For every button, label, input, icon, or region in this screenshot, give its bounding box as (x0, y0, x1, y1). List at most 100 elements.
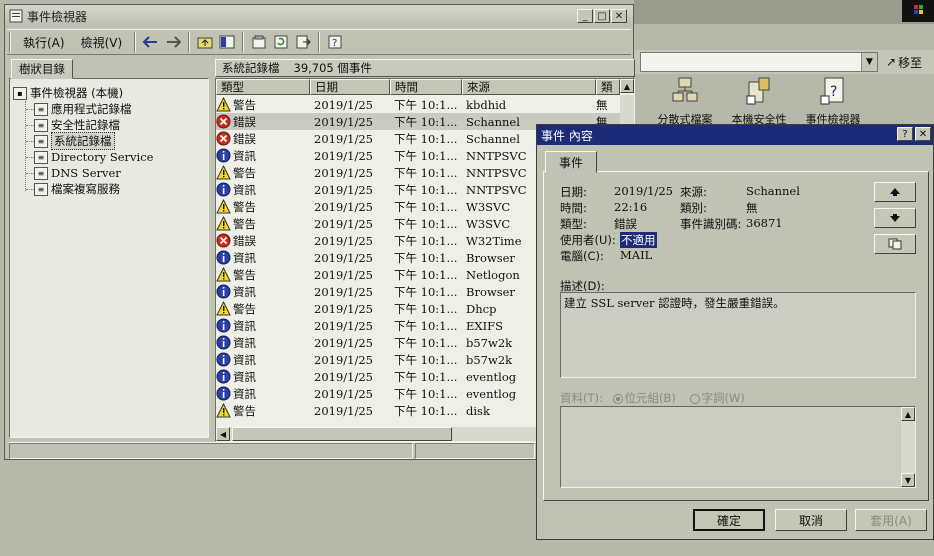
column-time[interactable]: 時間 (390, 79, 462, 95)
back-arrow-icon[interactable] (140, 32, 162, 52)
help-icon[interactable]: ? (324, 32, 346, 52)
info-icon (216, 318, 231, 333)
close-button[interactable]: ✕ (611, 9, 627, 23)
help-button[interactable]: ? (897, 127, 913, 141)
type-cell: 警告 (216, 97, 310, 113)
up-folder-icon[interactable] (194, 32, 216, 52)
window-titlebar[interactable]: 事件檢視器 _ □ ✕ (5, 5, 633, 27)
cancel-button[interactable]: 取消 (775, 509, 847, 531)
date-label: 日期: (560, 185, 587, 199)
date-cell: 2019/1/25 (314, 386, 373, 401)
data-vertical-scrollbar[interactable] (901, 421, 915, 473)
status-cell (415, 443, 535, 459)
date-cell: 2019/1/25 (314, 352, 373, 367)
date-cell: 2019/1/25 (314, 165, 373, 180)
column-type[interactable]: 類型 (216, 79, 310, 95)
type-cell: 警告 (216, 403, 310, 419)
user-value[interactable]: 不適用 (620, 232, 657, 248)
apply-button[interactable]: 套用(A) (855, 509, 927, 531)
column-category[interactable]: 類 (596, 79, 620, 95)
forward-arrow-icon[interactable] (162, 32, 184, 52)
time-cell: 下午 10:1... (394, 148, 458, 163)
minimize-button[interactable]: _ (577, 9, 593, 23)
scroll-up-icon[interactable]: ▲ (901, 407, 915, 421)
chevron-down-icon[interactable]: ▼ (861, 53, 877, 71)
type-value: 錯誤 (614, 217, 637, 231)
table-row[interactable]: 警告 2019/1/25 下午 10:1... kbdhid 無 (216, 96, 620, 113)
date-cell: 2019/1/25 (314, 233, 373, 248)
bytes-radio[interactable]: 位元組(B) (612, 391, 676, 405)
source-label: 來源: (680, 185, 707, 199)
date-cell: 2019/1/25 (314, 250, 373, 265)
column-source[interactable]: 來源 (462, 79, 596, 95)
description-box[interactable]: 建立 SSL server 認證時，發生嚴重錯誤。 (560, 292, 916, 378)
type-label: 類型: (560, 217, 587, 231)
svg-text:?: ? (830, 84, 837, 100)
event-viewer-shortcut[interactable]: ? 事件檢視器 (788, 76, 878, 127)
horizontal-scroll-thumb[interactable] (232, 427, 452, 441)
time-cell: 下午 10:1... (394, 233, 458, 248)
time-cell: 下午 10:1... (394, 216, 458, 231)
maximize-button[interactable]: □ (594, 9, 610, 23)
log-file-icon: ≡ (34, 166, 48, 180)
time-value: 22:16 (614, 200, 648, 214)
time-cell: 下午 10:1... (394, 267, 458, 282)
dialog-titlebar[interactable]: 事件 內容 ? ✕ (537, 125, 933, 145)
type-cell: 資訊 (216, 250, 310, 266)
show-hide-tree-icon[interactable] (216, 32, 238, 52)
radio-unselected-icon (689, 393, 700, 404)
event-viewer-icon: ? (820, 77, 844, 105)
dialog-close-button[interactable]: ✕ (915, 127, 931, 141)
menu-action[interactable]: 執行(A) (15, 32, 73, 52)
tree-tab[interactable]: 樹狀目錄 (11, 59, 73, 79)
toolbar-separator (188, 32, 191, 52)
tree-item-application-log[interactable]: ≡ 應用程式記錄檔 (34, 101, 132, 117)
ok-button[interactable]: 確定 (693, 509, 765, 531)
arrow-up-icon (890, 188, 900, 196)
menu-toolbar: 執行(A) 檢視(V) ? (7, 29, 631, 55)
type-cell: 資訊 (216, 335, 310, 351)
next-event-button[interactable] (874, 208, 916, 228)
type-cell: 資訊 (216, 352, 310, 368)
type-cell: 警告 (216, 199, 310, 215)
refresh-icon[interactable] (270, 32, 292, 52)
tree-item-dns-server[interactable]: ≡ DNS Server (34, 165, 121, 181)
tree-root[interactable]: ▪ 事件檢視器 (本機) (13, 85, 123, 101)
scroll-down-icon[interactable]: ▼ (901, 473, 915, 487)
type-cell: 警告 (216, 165, 310, 181)
menu-view[interactable]: 檢視(V) (73, 32, 131, 52)
status-cell (9, 443, 413, 459)
warning-icon (216, 267, 231, 282)
type-cell: 錯誤 (216, 233, 310, 249)
warning-icon (216, 97, 231, 112)
time-cell: 下午 10:1... (394, 318, 458, 333)
windows-logo-icon (902, 0, 934, 22)
data-box[interactable]: ▲ ▼ (560, 406, 916, 488)
move-to-button[interactable]: ↗ 移至 (886, 52, 932, 72)
date-cell: 2019/1/25 (314, 97, 373, 112)
copy-button[interactable] (874, 234, 916, 254)
scroll-left-icon[interactable]: ◀ (216, 427, 230, 441)
log-file-icon: ≡ (34, 150, 48, 164)
tree-item-directory-service[interactable]: ≡ Directory Service (34, 149, 153, 165)
tab-event[interactable]: 事件 (545, 151, 597, 173)
time-cell: 下午 10:1... (394, 301, 458, 316)
info-icon (216, 369, 231, 384)
time-cell: 下午 10:1... (394, 131, 458, 146)
tree-item-file-replication[interactable]: ≡ 檔案複寫服務 (34, 181, 120, 197)
warning-icon (216, 403, 231, 418)
svg-text:?: ? (332, 38, 337, 49)
scroll-up-icon[interactable]: ▲ (620, 79, 634, 93)
tree-item-security-log[interactable]: ≡ 安全性記錄檔 (34, 117, 120, 133)
address-combo[interactable]: ▼ (640, 52, 878, 72)
log-file-icon: ≡ (34, 134, 48, 148)
column-date[interactable]: 日期 (310, 79, 390, 95)
words-radio[interactable]: 字詞(W) (689, 391, 745, 405)
properties-icon[interactable] (248, 32, 270, 52)
previous-event-button[interactable] (874, 182, 916, 202)
time-cell: 下午 10:1... (394, 165, 458, 180)
error-icon (216, 131, 231, 146)
date-cell: 2019/1/25 (314, 335, 373, 350)
export-list-icon[interactable] (292, 32, 314, 52)
tree-item-system-log[interactable]: ≡ 系統記錄檔 (34, 132, 115, 150)
